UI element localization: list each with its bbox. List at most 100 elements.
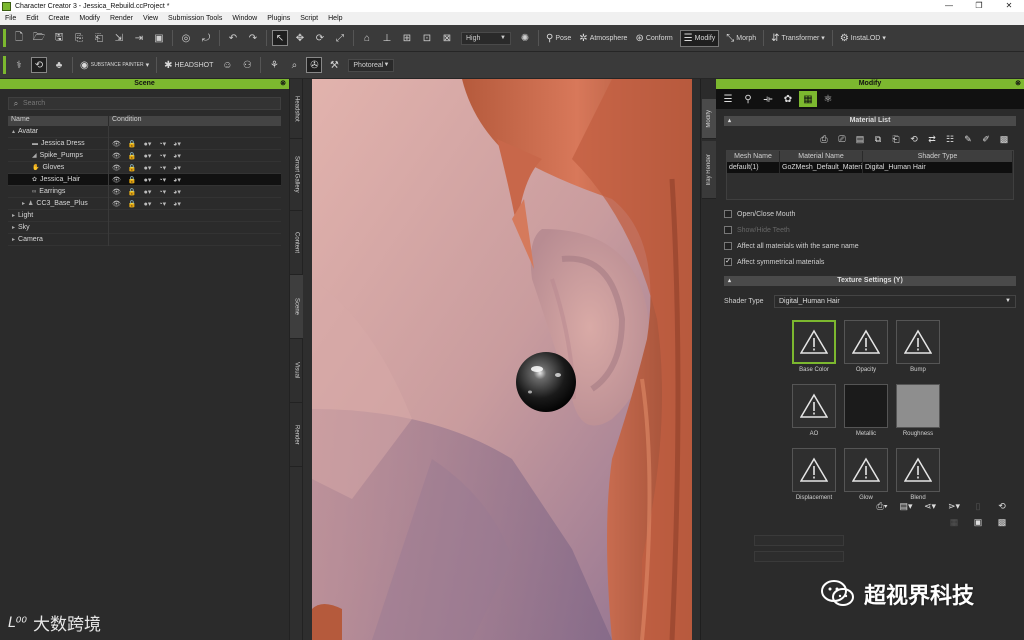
export-fbx-icon[interactable]: ⇲	[112, 31, 126, 45]
panel-close-icon[interactable]: ⊗	[1015, 79, 1021, 89]
tree-row[interactable]: ▸ Sky	[8, 221, 281, 234]
render-icon[interactable]: ●▾	[144, 140, 152, 148]
transformer-button[interactable]: ⇵ Transformer ▾	[771, 33, 825, 44]
tab-visual[interactable]: Visual	[290, 339, 303, 403]
paint-icon[interactable]: ✐	[980, 133, 992, 145]
lock-icon[interactable]: 🔒	[128, 164, 137, 172]
shadow-icon[interactable]: ◕▾	[173, 140, 181, 148]
tree-row[interactable]: ▸ Light	[8, 209, 281, 222]
swap-icon[interactable]: ⇄	[926, 133, 938, 145]
launch-icon[interactable]: ▤	[854, 133, 866, 145]
col-mesh-name[interactable]: Mesh Name	[727, 151, 780, 162]
reset-material-icon[interactable]: ⟲	[908, 133, 920, 145]
list-icon[interactable]: ☷	[944, 133, 956, 145]
frame-icon[interactable]: ⊞	[400, 31, 414, 45]
cloth-icon[interactable]: ♣	[52, 58, 66, 72]
redo-icon[interactable]: ↷	[246, 31, 260, 45]
light-icon[interactable]: ✺	[518, 31, 532, 45]
rotate-icon[interactable]: ⟳	[313, 31, 327, 45]
wire-icon[interactable]: ◔▾	[158, 188, 166, 196]
viewport-canvas[interactable]	[312, 79, 692, 640]
bone-icon[interactable]: ⚕	[12, 58, 26, 72]
col-material-name[interactable]: Material Name	[780, 151, 863, 162]
maximize-button[interactable]: ❐	[964, 0, 994, 12]
material-list-header[interactable]: ▴ Material List	[724, 116, 1016, 126]
shadow-icon[interactable]: ◕▾	[173, 176, 181, 184]
undo-icon[interactable]: ↶	[226, 31, 240, 45]
checker-icon[interactable]: ▩	[994, 516, 1010, 528]
zoom-icon[interactable]: ⌕	[287, 58, 301, 72]
expand-icon[interactable]: ▴	[12, 128, 15, 135]
quality-dropdown[interactable]: High ▼	[461, 31, 511, 45]
menu-create[interactable]: Create	[43, 15, 74, 22]
material-row[interactable]: default(1) GoZMesh_Default_Material Digi…	[727, 162, 1013, 173]
tree-row[interactable]: ✋ Gloves 👁 🔒 ●▾ ◔▾ ◕▾	[8, 161, 281, 174]
shadow-icon[interactable]: ◕▾	[173, 152, 181, 160]
menu-window[interactable]: Window	[227, 15, 262, 22]
menu-help[interactable]: Help	[323, 15, 347, 22]
sliders-icon[interactable]: ☰	[719, 91, 737, 107]
head-icon[interactable]: ⚇	[240, 58, 254, 72]
pick-target-icon[interactable]: ◎	[179, 31, 193, 45]
tree-row[interactable]: ◢ Spike_Pumps 👁 🔒 ●▾ ◔▾ ◕▾	[8, 149, 281, 162]
affect-symmetrical-checkbox[interactable]: ✓ Affect symmetrical materials	[724, 254, 1016, 270]
align-icon[interactable]: ⊥	[380, 31, 394, 45]
texture-thumbnail[interactable]	[896, 384, 940, 428]
motion-icon[interactable]: ⚲	[739, 91, 757, 107]
lock-icon[interactable]: 🔒	[128, 152, 137, 160]
expand-icon[interactable]: ▸	[22, 200, 25, 207]
3d-viewport[interactable]	[303, 79, 700, 640]
shadow-icon[interactable]: ◕▾	[173, 164, 181, 172]
home-camera-icon[interactable]: ⌂	[360, 31, 374, 45]
expand-icon[interactable]: ▸	[12, 224, 15, 231]
texture-slot[interactable]: Opacity	[844, 320, 888, 373]
refresh-icon[interactable]: ⟲	[994, 500, 1010, 512]
copy-icon[interactable]: ⧉	[872, 133, 884, 145]
tab-content[interactable]: Content	[290, 211, 303, 275]
texture-thumbnail[interactable]	[792, 384, 836, 428]
conform-button[interactable]: ⊛ Conform	[635, 33, 672, 44]
tree-row[interactable]: ▸ ♟ CC3_Base_Plus 👁 🔒 ●▾ ◔▾ ◕▾	[8, 197, 281, 210]
menu-render[interactable]: Render	[105, 15, 138, 22]
menu-file[interactable]: File	[0, 15, 21, 22]
eye-icon[interactable]: 👁	[112, 188, 121, 196]
paste-icon[interactable]: ⎗	[890, 133, 902, 145]
spring-icon[interactable]: ⟲	[31, 57, 47, 73]
menu-view[interactable]: View	[138, 15, 163, 22]
col-condition[interactable]: Condition	[109, 116, 142, 126]
menu-script[interactable]: Script	[295, 15, 323, 22]
wire-icon[interactable]: ◔▾	[158, 200, 166, 208]
checker-icon[interactable]: ▩	[998, 133, 1010, 145]
eye-icon[interactable]: 👁	[112, 164, 121, 172]
expand-icon[interactable]: ▸	[12, 236, 15, 243]
picker-icon[interactable]: ✎	[962, 133, 974, 145]
texture-icon[interactable]: ✇	[306, 57, 323, 73]
panel-close-icon[interactable]: ⊗	[280, 79, 286, 89]
screenshot-icon[interactable]: ▣	[152, 31, 166, 45]
tree-row[interactable]: ∞ Earrings 👁 🔒 ●▾ ◔▾ ◕▾	[8, 185, 281, 198]
scene-search[interactable]: ⌕ Search	[8, 97, 281, 110]
settings-icon[interactable]: ⚒	[327, 58, 341, 72]
new-file-icon[interactable]: 🗋	[12, 31, 26, 45]
tab-scene[interactable]: Scene	[290, 275, 303, 339]
render-icon[interactable]: ●▾	[144, 188, 152, 196]
pose-button[interactable]: ⚲ Pose	[546, 33, 571, 44]
instalod-button[interactable]: ⚙ InstaLOD ▾	[840, 33, 886, 44]
wire-icon[interactable]: ◔▾	[158, 140, 166, 148]
scale-icon[interactable]: ⤢	[333, 31, 347, 45]
eye-icon[interactable]: 👁	[112, 176, 121, 184]
scale-tool-icon[interactable]: ⟛	[759, 91, 777, 107]
tab-headshot[interactable]: Headshot	[290, 79, 303, 139]
menu-modify[interactable]: Modify	[74, 15, 105, 22]
render-icon[interactable]: ●▾	[144, 164, 152, 172]
render-icon[interactable]: ●▾	[144, 176, 152, 184]
frame-all-icon[interactable]: ⊡	[420, 31, 434, 45]
modify-button[interactable]: ☰ Modify	[679, 29, 720, 47]
render-mode-dropdown[interactable]: Photoreal ▼	[348, 58, 395, 72]
shader-type-dropdown[interactable]: Digital_Human Hair ▼	[774, 294, 1016, 308]
wire-icon[interactable]: ◔▾	[158, 164, 166, 172]
render-icon[interactable]: ●▾	[144, 200, 152, 208]
exit-icon[interactable]: ⇥	[132, 31, 146, 45]
texture-slot[interactable]: Displacement	[792, 448, 836, 501]
texture-slot[interactable]: Metallic	[844, 384, 888, 437]
